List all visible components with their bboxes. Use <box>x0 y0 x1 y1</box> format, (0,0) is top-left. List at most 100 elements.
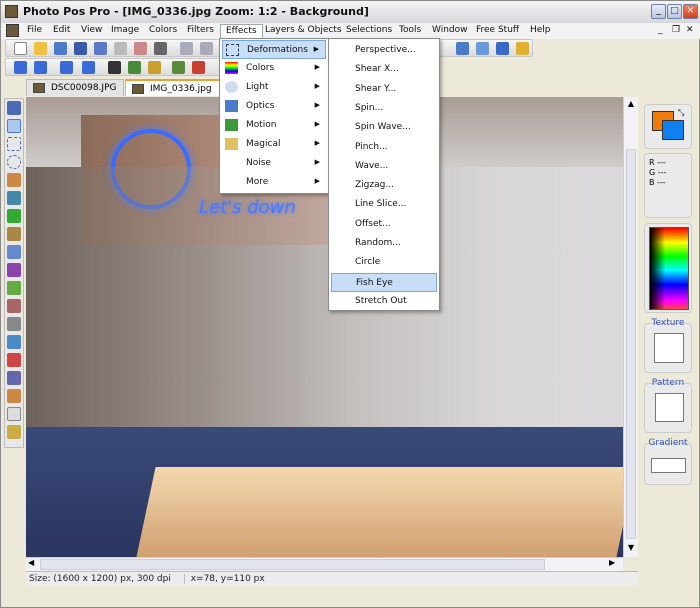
print-icon[interactable] <box>114 42 127 55</box>
menu-item-optics[interactable]: Optics ▶ <box>222 97 326 116</box>
menu-image[interactable]: Image <box>106 24 144 39</box>
adjust-icon[interactable] <box>108 61 121 74</box>
layer-icon[interactable] <box>128 61 141 74</box>
rotate-right-icon[interactable] <box>34 61 47 74</box>
submenu-item-offset[interactable]: Offset... <box>331 215 437 234</box>
vertical-scrollbar[interactable]: ▲ ▼ <box>623 97 638 557</box>
fill-icon[interactable] <box>7 335 21 349</box>
scan-icon[interactable] <box>154 42 167 55</box>
print-preview-icon[interactable] <box>134 42 147 55</box>
scroll-up-button[interactable]: ▲ <box>625 99 637 111</box>
menu-layers-objects[interactable]: Layers & Objects <box>260 24 347 39</box>
redo-icon[interactable] <box>200 42 213 55</box>
menu-edit[interactable]: Edit <box>48 24 75 39</box>
menu-filters[interactable]: Filters <box>182 24 219 39</box>
save-icon[interactable] <box>74 42 87 55</box>
gradient-tool-icon[interactable] <box>7 425 21 439</box>
scroll-down-button[interactable]: ▼ <box>625 543 637 555</box>
submenu-item-stretch-out[interactable]: Stretch Out <box>331 292 437 311</box>
color-spectrum[interactable] <box>649 227 689 310</box>
submenu-item-wave[interactable]: Wave... <box>331 157 437 176</box>
menu-free-stuff[interactable]: Free Stuff <box>471 24 524 39</box>
shape-icon[interactable] <box>7 317 21 331</box>
clone-icon[interactable] <box>7 281 21 295</box>
lasso-icon[interactable] <box>7 155 21 169</box>
move-tool-icon[interactable] <box>7 101 21 115</box>
submenu-item-fish-eye[interactable]: Fish Eye <box>331 272 437 292</box>
swap-colors-icon[interactable]: ⤡ <box>678 108 684 118</box>
maximize-button[interactable]: □ <box>667 4 682 19</box>
close-button[interactable]: ✕ <box>683 4 698 19</box>
minimize-button[interactable]: _ <box>651 4 666 19</box>
submenu-item-shear-x[interactable]: Shear X... <box>331 60 437 79</box>
browse-icon[interactable] <box>54 42 67 55</box>
rotate-left-icon[interactable] <box>14 61 27 74</box>
menu-item-more[interactable]: More ▶ <box>222 173 326 192</box>
pencil-icon[interactable] <box>7 209 21 223</box>
smudge-icon[interactable] <box>7 263 21 277</box>
texture-swatch[interactable] <box>654 333 684 363</box>
text-icon[interactable] <box>7 353 21 367</box>
flip-vertical-icon[interactable] <box>82 61 95 74</box>
menu-help[interactable]: Help <box>525 24 556 39</box>
deformations-submenu: Perspective... Shear X... Shear Y... Spin..… <box>328 38 440 311</box>
submenu-item-random[interactable]: Random... <box>331 234 437 253</box>
menu-colors[interactable]: Colors <box>144 24 182 39</box>
submenu-item-shear-y[interactable]: Shear Y... <box>331 80 437 99</box>
zoom-tool-icon[interactable] <box>7 119 21 133</box>
submenu-item-spin[interactable]: Spin... <box>331 99 437 118</box>
brush-icon[interactable] <box>7 227 21 241</box>
scroll-right-button[interactable]: ▶ <box>609 558 621 567</box>
menu-effects[interactable]: Effects <box>220 24 263 39</box>
airbrush-icon[interactable] <box>7 245 21 259</box>
magic-wand-icon[interactable] <box>7 173 21 187</box>
menu-item-noise[interactable]: Noise ▶ <box>222 154 326 173</box>
submenu-item-line-slice[interactable]: Line Slice... <box>331 195 437 214</box>
vertical-scroll-thumb[interactable] <box>626 149 636 539</box>
save-all-icon[interactable] <box>94 42 107 55</box>
background-color[interactable] <box>662 120 684 140</box>
gradient-swatch[interactable] <box>651 458 686 473</box>
menu-item-label: Optics <box>246 101 275 111</box>
submenu-item-perspective[interactable]: Perspective... <box>331 41 437 60</box>
pattern-swatch[interactable] <box>655 393 684 422</box>
add-layer-icon[interactable] <box>172 61 185 74</box>
menu-view[interactable]: View <box>76 24 107 39</box>
open-icon[interactable] <box>34 42 47 55</box>
retouch-icon[interactable] <box>7 299 21 313</box>
menu-selections[interactable]: Selections <box>341 24 397 39</box>
new-icon[interactable] <box>14 42 27 55</box>
submenu-item-pinch[interactable]: Pinch... <box>331 138 437 157</box>
menu-item-light[interactable]: Light ▶ <box>222 78 326 97</box>
crop-icon[interactable] <box>7 191 21 205</box>
menu-item-magical[interactable]: Magical ▶ <box>222 135 326 154</box>
doc-close-button[interactable]: ✕ <box>681 24 699 39</box>
layer-2-icon[interactable] <box>148 61 161 74</box>
eraser-icon[interactable] <box>7 407 21 421</box>
ruler-icon[interactable] <box>516 42 529 55</box>
submenu-item-spin-wave[interactable]: Spin Wave... <box>331 118 437 137</box>
submenu-item-circle[interactable]: Circle <box>331 253 437 272</box>
fit-icon[interactable] <box>476 42 489 55</box>
scroll-left-button[interactable]: ◀ <box>28 558 40 567</box>
object-icon[interactable] <box>7 371 21 385</box>
doc-minimize-button[interactable]: _ <box>653 24 668 39</box>
menu-item-motion[interactable]: Motion ▶ <box>222 116 326 135</box>
remove-layer-icon[interactable] <box>192 61 205 74</box>
horizontal-scrollbar[interactable]: ◀ ▶ <box>26 557 623 571</box>
menu-item-colors[interactable]: Colors ▶ <box>222 59 326 78</box>
menu-window[interactable]: Window <box>427 24 473 39</box>
menu-tools[interactable]: Tools <box>394 24 426 39</box>
menu-file[interactable]: File <box>22 24 47 39</box>
tab-dsc00098[interactable]: DSC00098.JPG <box>26 79 124 96</box>
menu-item-deformations[interactable]: Deformations ▶ <box>222 40 326 59</box>
submenu-item-zigzag[interactable]: Zigzag... <box>331 176 437 195</box>
tab-img-0336[interactable]: IMG_0336.jpg <box>125 79 221 96</box>
color-picker-icon[interactable] <box>7 389 21 403</box>
rect-select-icon[interactable] <box>7 137 21 151</box>
flip-horizontal-icon[interactable] <box>60 61 73 74</box>
grid-icon[interactable] <box>456 42 469 55</box>
undo-icon[interactable] <box>180 42 193 55</box>
window-icon[interactable] <box>496 42 509 55</box>
horizontal-scroll-thumb[interactable] <box>40 559 545 570</box>
